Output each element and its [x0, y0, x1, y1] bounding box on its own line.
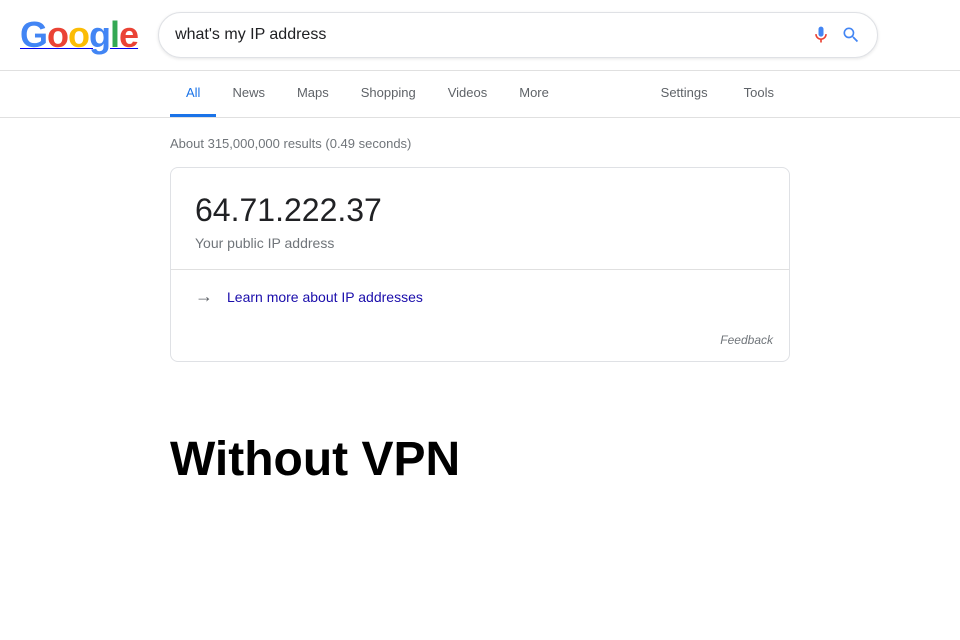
search-icon[interactable] — [841, 25, 861, 45]
ip-address: 64.71.222.37 — [195, 192, 765, 229]
learn-more-section: → Learn more about IP addresses — [171, 270, 789, 323]
learn-more-link[interactable]: Learn more about IP addresses — [227, 289, 423, 305]
search-icons — [811, 25, 861, 45]
tab-maps[interactable]: Maps — [281, 71, 345, 117]
ip-section: 64.71.222.37 Your public IP address — [171, 168, 789, 269]
ip-label: Your public IP address — [195, 235, 765, 251]
search-bar — [158, 12, 878, 58]
feedback-link[interactable]: Feedback — [720, 333, 773, 347]
logo-letter-e: e — [119, 14, 138, 55]
tab-tools[interactable]: Tools — [728, 71, 790, 117]
tab-all[interactable]: All — [170, 71, 216, 117]
featured-card: 64.71.222.37 Your public IP address → Le… — [170, 167, 790, 362]
logo-letter-g2: g — [89, 14, 110, 55]
search-input[interactable] — [175, 26, 811, 44]
mic-icon[interactable] — [811, 25, 831, 45]
without-vpn-heading: Without VPN — [170, 432, 790, 487]
header: Google — [0, 0, 960, 71]
logo-letter-o2: o — [68, 14, 89, 55]
nav-tabs: All News Maps Shopping Videos More Setti… — [0, 71, 960, 118]
arrow-right-icon: → — [195, 286, 213, 307]
nav-right: Settings Tools — [645, 71, 790, 117]
tab-more[interactable]: More — [503, 71, 565, 117]
logo-letter-g: G — [20, 14, 47, 55]
google-logo[interactable]: Google — [20, 14, 138, 56]
tab-shopping[interactable]: Shopping — [345, 71, 432, 117]
tab-settings[interactable]: Settings — [645, 71, 724, 117]
feedback-row: Feedback — [171, 323, 789, 361]
tab-news[interactable]: News — [216, 71, 281, 117]
results-area: About 315,000,000 results (0.49 seconds)… — [0, 118, 960, 402]
nav-left: All News Maps Shopping Videos More — [170, 71, 645, 117]
logo-letter-o1: o — [47, 14, 68, 55]
tab-videos[interactable]: Videos — [432, 71, 504, 117]
logo-letter-l: l — [110, 14, 119, 55]
results-stats: About 315,000,000 results (0.49 seconds) — [170, 128, 790, 167]
without-vpn-section: Without VPN — [0, 402, 960, 517]
